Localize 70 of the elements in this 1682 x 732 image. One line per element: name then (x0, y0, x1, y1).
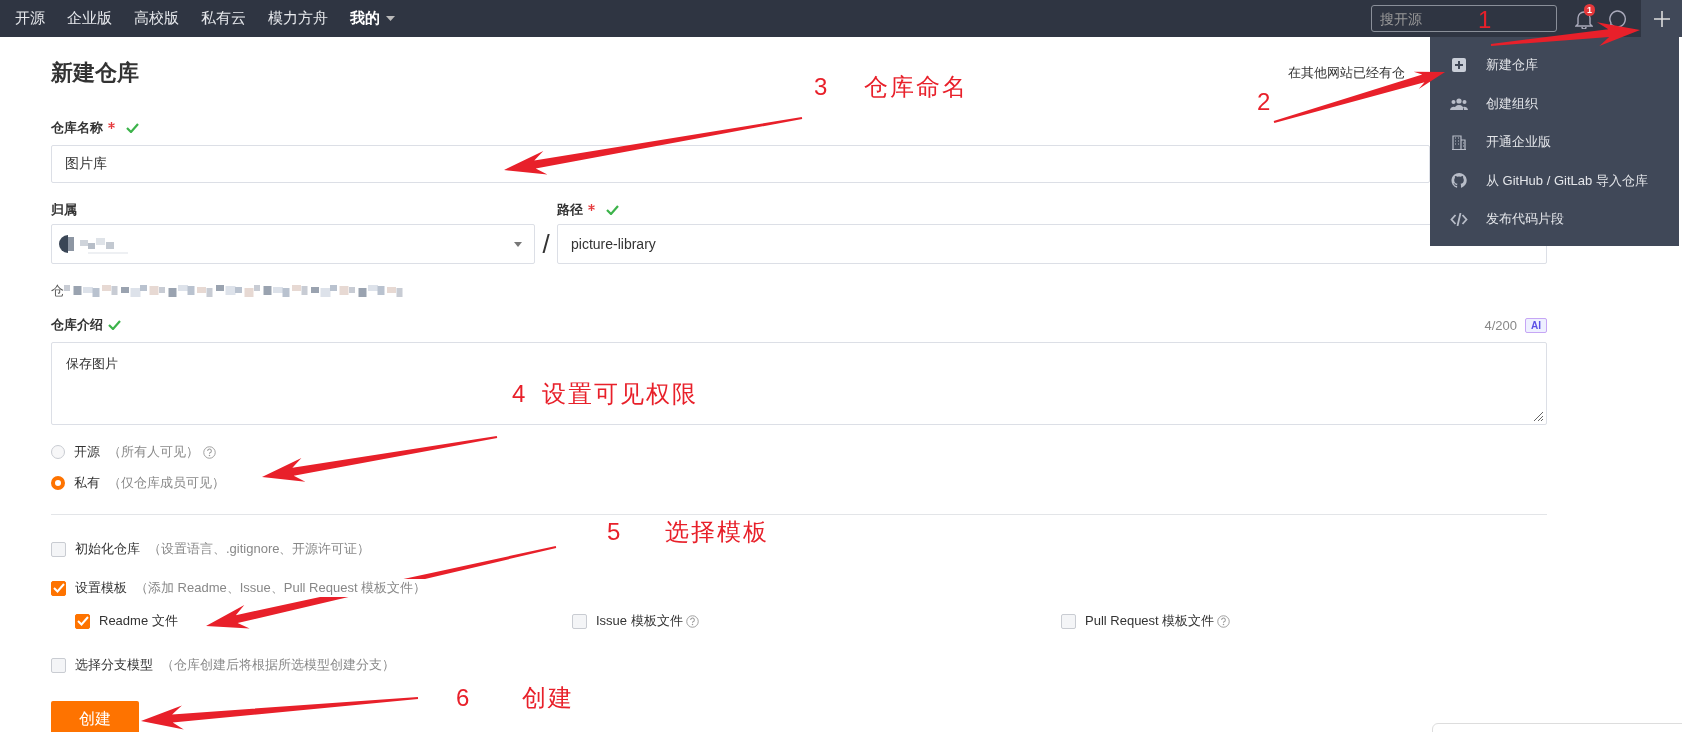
menu-item[interactable]: 创建组织 (1430, 84, 1679, 123)
menu-item[interactable]: 从 GitHub / GitLab 导入仓库 (1430, 161, 1679, 200)
path-separator: / (541, 228, 551, 261)
field-label: 路径 (557, 201, 583, 219)
code-icon (1450, 212, 1468, 226)
checkbox[interactable] (51, 541, 66, 557)
help-icon[interactable] (685, 614, 699, 628)
annotation-label: 选择模板 (665, 518, 769, 546)
owner-select[interactable] (51, 224, 535, 264)
plus-icon (1652, 9, 1671, 28)
import-hint-link[interactable]: 在其他网站已经有仓 (1288, 64, 1405, 82)
radio-button[interactable] (51, 476, 65, 490)
menu-item[interactable]: 新建仓库 (1430, 46, 1679, 85)
menu-item-label: 新建仓库 (1486, 56, 1538, 75)
checkbox[interactable] (51, 580, 66, 596)
annotation-number: 6 (456, 684, 470, 712)
url-hint: 仓 (51, 282, 64, 300)
nav-link[interactable]: 企业版 (67, 9, 112, 28)
checkbox[interactable] (1061, 613, 1076, 629)
plus-square-icon (1450, 58, 1468, 73)
menu-item-label: 创建组织 (1486, 94, 1538, 113)
my-menu[interactable]: 我的 (350, 9, 395, 28)
nav-link[interactable]: 模力方舟 (268, 9, 328, 28)
checkbox[interactable] (51, 657, 66, 673)
nav-link[interactable]: 私有云 (201, 9, 246, 28)
bell-icon[interactable] (1575, 8, 1593, 29)
page-title: 新建仓库 (51, 59, 139, 87)
annotation-label: 创建 (522, 684, 574, 712)
github-icon (1450, 173, 1468, 189)
field-label: 仓库名称 (51, 119, 103, 137)
checkbox[interactable] (572, 613, 587, 629)
caret-icon (386, 16, 395, 21)
new-button[interactable] (1641, 0, 1682, 37)
annotation-number: 1 (1478, 6, 1492, 34)
group-icon (1450, 97, 1468, 110)
annotation-number: 2 (1257, 88, 1271, 116)
help-icon[interactable] (203, 445, 216, 459)
annotation-number: 5 (607, 518, 621, 546)
option-label: 选择分支模型 (75, 656, 153, 674)
menu-item-label: 从 GitHub / GitLab 导入仓库 (1486, 171, 1648, 190)
option-label: Issue 模板文件 (596, 612, 683, 630)
notification-badge: 1 (1584, 3, 1595, 16)
option-label: 初始化仓库 (75, 540, 140, 558)
option-label: 私有 (74, 474, 100, 492)
option-label: Pull Request 模板文件 (1085, 612, 1215, 630)
annotation-label: 设置可见权限 (542, 380, 698, 408)
caret-icon (514, 241, 522, 247)
ai-button[interactable]: AI (1525, 317, 1547, 333)
option-label: 设置模板 (75, 579, 127, 597)
building-icon (1450, 134, 1468, 150)
annotation-number: 3 (814, 73, 828, 101)
name-field[interactable]: 图片库 (51, 145, 1430, 183)
annotation-label: 仓库命名 (864, 73, 968, 101)
nav-link[interactable]: 高校版 (134, 9, 179, 28)
nav-link[interactable]: 开源 (15, 9, 45, 28)
chat-bubble-icon[interactable] (1607, 8, 1627, 29)
resize-handle-icon[interactable] (1533, 411, 1544, 422)
menu-item[interactable]: 开通企业版 (1430, 123, 1679, 162)
description-text: 保存图片 (66, 356, 118, 371)
option-label: Readme 文件 (99, 612, 178, 630)
path-field[interactable]: picture-library (557, 224, 1547, 264)
radio-button[interactable] (51, 445, 65, 459)
help-icon[interactable] (1217, 614, 1231, 628)
checkbox[interactable] (75, 613, 90, 629)
field-label: 仓库介绍 (51, 316, 103, 334)
option-label: 开源 (74, 443, 100, 461)
annotation-number: 4 (512, 380, 526, 408)
field-label: 归属 (51, 201, 77, 219)
menu-item-label: 开通企业版 (1486, 133, 1551, 152)
character-counter: 4/200 (1484, 317, 1517, 333)
